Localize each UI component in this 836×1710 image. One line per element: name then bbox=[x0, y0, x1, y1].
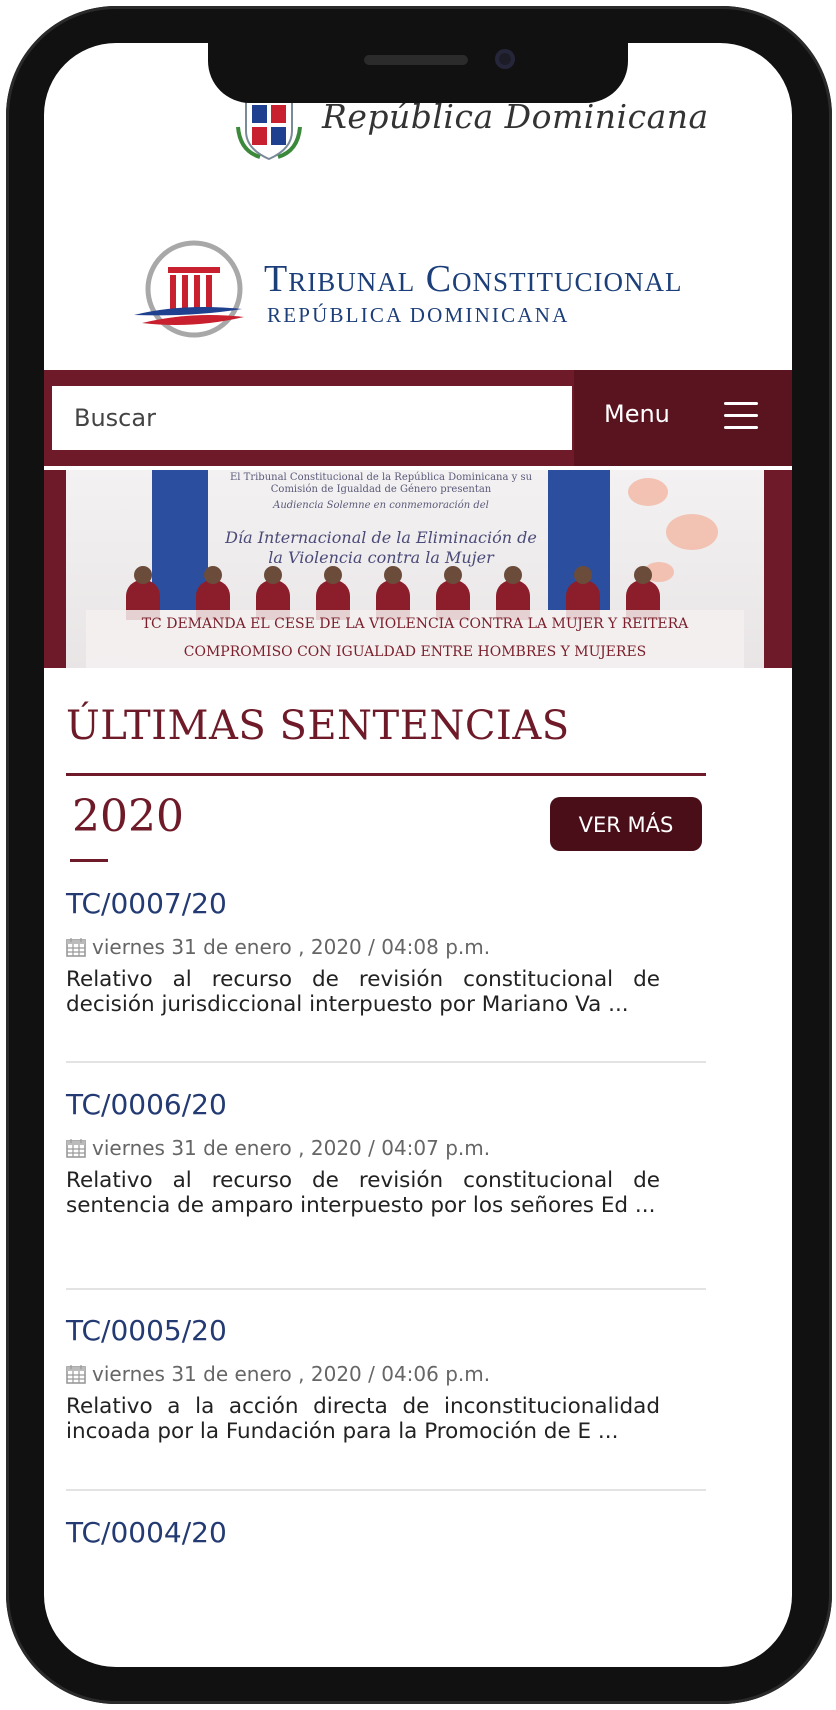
hamburger-icon bbox=[724, 402, 758, 429]
speaker-grille bbox=[364, 55, 468, 65]
banner-line-1: El Tribunal Constitucional de la Repúbli… bbox=[229, 472, 533, 495]
ruling-date: viernes 31 de enero , 2020 / 04:06 p.m. bbox=[66, 1362, 706, 1386]
search-input[interactable] bbox=[52, 386, 572, 450]
ruling-code-link[interactable]: TC/0005/20 bbox=[66, 1314, 706, 1348]
institution-subtitle: REPÚBLICA DOMINICANA bbox=[267, 303, 570, 327]
tribunal-logo[interactable] bbox=[132, 237, 250, 347]
item-divider bbox=[66, 1489, 706, 1491]
list-item[interactable]: TC/0006/20 viernes 31 de enero , 2020 / … bbox=[66, 1088, 706, 1218]
banner-image: El Tribunal Constitucional de la Repúbli… bbox=[66, 470, 764, 668]
ruling-description: Relativo a la acción directa de inconsti… bbox=[66, 1394, 660, 1444]
screen: República Dominicana Tribunal Constituci… bbox=[44, 43, 792, 1667]
year-underline bbox=[70, 859, 108, 862]
calendar-icon bbox=[66, 938, 86, 957]
butterfly-icon bbox=[666, 514, 718, 550]
phone-notch bbox=[208, 43, 628, 103]
ruling-date-text: viernes 31 de enero , 2020 / 04:07 p.m. bbox=[92, 1136, 491, 1160]
ruling-date: viernes 31 de enero , 2020 / 04:08 p.m. bbox=[66, 935, 706, 959]
calendar-icon bbox=[66, 1139, 86, 1158]
search-menu-bar: Menu bbox=[44, 370, 792, 466]
ruling-date-text: viernes 31 de enero , 2020 / 04:06 p.m. bbox=[92, 1362, 491, 1386]
calendar-icon bbox=[66, 1365, 86, 1384]
list-item[interactable]: TC/0005/20 viernes 31 de enero , 2020 / … bbox=[66, 1314, 706, 1444]
section-title: ÚLTIMAS SENTENCIAS bbox=[66, 703, 570, 749]
news-banner[interactable]: El Tribunal Constitucional de la Repúbli… bbox=[44, 470, 792, 668]
ruling-code-link[interactable]: TC/0006/20 bbox=[66, 1088, 706, 1122]
banner-line-2: Audiencia Solemne en conmemoración del bbox=[273, 500, 489, 511]
item-divider bbox=[66, 1288, 706, 1290]
title-divider bbox=[66, 773, 706, 776]
front-camera bbox=[495, 49, 515, 69]
year-heading: 2020 bbox=[72, 791, 184, 842]
ruling-description: Relativo al recurso de revisión constitu… bbox=[66, 1168, 660, 1218]
ruling-description: Relativo al recurso de revisión constitu… bbox=[66, 967, 660, 1017]
menu-button[interactable]: Menu bbox=[574, 370, 792, 466]
list-item[interactable]: TC/0007/20 viernes 31 de enero , 2020 / … bbox=[66, 887, 706, 1017]
banner-line-3: Día Internacional de la Eliminación de l… bbox=[225, 528, 537, 567]
ruling-date-text: viernes 31 de enero , 2020 / 04:08 p.m. bbox=[92, 935, 491, 959]
list-item[interactable]: TC/0004/20 bbox=[66, 1516, 706, 1550]
institution-title: Tribunal Constitucional bbox=[264, 258, 683, 300]
banner-caption: TC DEMANDA EL CESE DE LA VIOLENCIA CONTR… bbox=[86, 610, 744, 668]
item-divider bbox=[66, 1061, 706, 1063]
view-more-button[interactable]: VER MÁS bbox=[550, 797, 702, 851]
ruling-date: viernes 31 de enero , 2020 / 04:07 p.m. bbox=[66, 1136, 706, 1160]
ruling-code-link[interactable]: TC/0004/20 bbox=[66, 1516, 706, 1550]
ruling-code-link[interactable]: TC/0007/20 bbox=[66, 887, 706, 921]
butterfly-icon bbox=[628, 478, 668, 506]
menu-label: Menu bbox=[604, 400, 670, 428]
